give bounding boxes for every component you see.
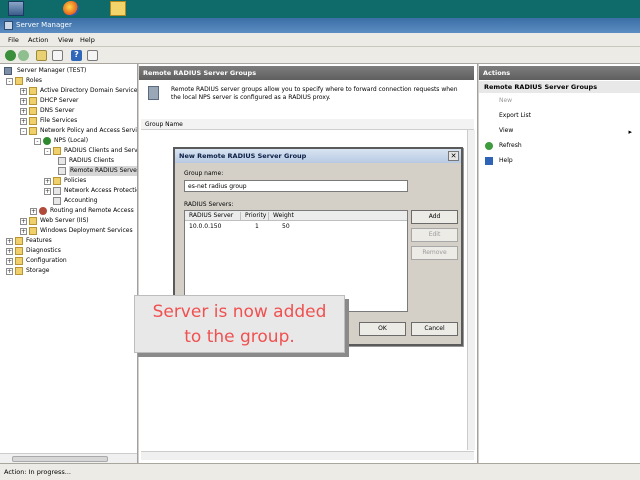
group-name-label: Group name:	[184, 170, 224, 177]
folder-icon	[29, 87, 37, 95]
server-address: 10.0.0.150	[189, 223, 222, 230]
expand-icon[interactable]: +	[20, 98, 27, 105]
menu-help[interactable]: Help	[80, 36, 95, 44]
folder-icon	[29, 217, 37, 225]
action-help[interactable]: Help	[499, 157, 513, 164]
add-button[interactable]: Add	[411, 210, 458, 224]
forward-arrow-icon[interactable]	[18, 50, 29, 61]
group-name-input[interactable]: es-net radius group	[184, 180, 408, 192]
column-radius-server[interactable]: RADIUS Server	[189, 212, 241, 220]
document-icon	[53, 187, 61, 195]
server-icon	[4, 67, 12, 75]
collapse-icon[interactable]: -	[20, 128, 27, 135]
callout-line-1: Server is now added	[152, 302, 327, 322]
center-vertical-scrollbar[interactable]	[467, 130, 475, 450]
document-icon	[58, 157, 66, 165]
expand-icon[interactable]: +	[6, 238, 13, 245]
back-arrow-icon[interactable]	[5, 50, 16, 61]
column-weight[interactable]: Weight	[273, 212, 403, 220]
properties-icon[interactable]	[52, 50, 63, 61]
folder-icon	[53, 147, 61, 155]
menu-file[interactable]: File	[8, 36, 19, 44]
toolbar: ?	[0, 47, 640, 64]
routing-icon	[39, 207, 47, 215]
center-description: Remote RADIUS server groups allow you to…	[171, 86, 458, 101]
folder-taskbar-icon[interactable]	[110, 1, 126, 16]
center-pane-title: Remote RADIUS Server Groups	[139, 66, 474, 80]
group-name-column-header[interactable]: Group Name	[141, 119, 474, 130]
tree-horizontal-scrollbar[interactable]	[0, 453, 137, 463]
expand-icon[interactable]: +	[6, 258, 13, 265]
firefox-taskbar-icon[interactable]	[63, 1, 79, 16]
menu-action[interactable]: Action	[28, 36, 48, 44]
expand-icon[interactable]: +	[44, 188, 51, 195]
status-bar: Action: In progress...	[0, 463, 640, 480]
expand-icon[interactable]: +	[6, 248, 13, 255]
remove-button[interactable]: Remove	[411, 246, 458, 260]
refresh-icon	[485, 142, 493, 150]
tutorial-callout: Server is now added to the group.	[134, 295, 345, 353]
close-icon[interactable]: ✕	[448, 151, 459, 161]
collapse-icon[interactable]: -	[6, 78, 13, 85]
dialog-title: New Remote RADIUS Server Group	[175, 149, 461, 163]
help-icon[interactable]: ?	[71, 50, 82, 61]
expand-icon[interactable]: +	[20, 218, 27, 225]
window-titlebar: Server Manager	[0, 18, 640, 33]
document-icon	[53, 197, 61, 205]
actions-pane: Actions Remote RADIUS Server Groups New …	[479, 64, 640, 463]
expand-icon[interactable]: +	[6, 268, 13, 275]
list-item[interactable]: 10.0.0.150 1 50	[185, 223, 407, 233]
menu-view[interactable]: View	[58, 36, 73, 44]
radius-servers-label: RADIUS Servers:	[184, 201, 234, 208]
ok-button[interactable]: OK	[359, 322, 406, 336]
cancel-button[interactable]: Cancel	[411, 322, 458, 336]
folder-icon	[29, 107, 37, 115]
actions-title: Actions	[479, 66, 640, 80]
folder-icon	[15, 237, 23, 245]
expand-icon[interactable]: +	[20, 228, 27, 235]
server-manager-icon	[4, 21, 13, 30]
folder-icon	[53, 177, 61, 185]
folder-icon	[15, 77, 23, 85]
folder-icon	[15, 257, 23, 265]
scroll-thumb[interactable]	[12, 456, 108, 462]
expand-icon[interactable]: +	[20, 118, 27, 125]
document-icon	[58, 167, 66, 175]
server-weight: 50	[282, 223, 290, 230]
console-tree: Server Manager (TEST) - Roles + Active D…	[0, 64, 138, 463]
edit-button[interactable]: Edit	[411, 228, 458, 242]
action-export-list[interactable]: Export List	[499, 112, 531, 119]
folder-icon	[29, 227, 37, 235]
taskbar	[0, 0, 640, 18]
server-group-icon	[148, 86, 159, 100]
collapse-icon[interactable]: -	[34, 138, 41, 145]
server-priority: 1	[255, 223, 259, 230]
expand-icon[interactable]: +	[44, 178, 51, 185]
show-hide-pane-icon[interactable]	[87, 50, 98, 61]
expand-icon[interactable]: +	[30, 208, 37, 215]
action-new[interactable]: New	[499, 97, 512, 104]
folder-icon	[29, 117, 37, 125]
menu-bar: File Action View Help	[0, 33, 640, 47]
list-header: RADIUS Server Priority Weight	[185, 211, 407, 221]
folder-icon	[15, 247, 23, 255]
action-refresh[interactable]: Refresh	[499, 142, 522, 149]
expand-icon[interactable]: +	[20, 88, 27, 95]
folder-icon	[29, 127, 37, 135]
callout-line-2: to the group.	[184, 327, 295, 347]
submenu-arrow-icon: ▸	[628, 128, 632, 136]
folder-icon	[15, 267, 23, 275]
help-icon	[485, 157, 493, 165]
action-view[interactable]: View	[499, 127, 513, 134]
collapse-icon[interactable]: -	[44, 148, 51, 155]
actions-section-title[interactable]: Remote RADIUS Server Groups	[479, 81, 640, 93]
folder-icon	[29, 97, 37, 105]
center-horizontal-scrollbar[interactable]	[141, 451, 474, 460]
server-manager-taskbar-icon[interactable]	[8, 1, 24, 16]
nps-globe-icon	[43, 137, 51, 145]
up-folder-icon[interactable]	[36, 50, 47, 61]
window-title: Server Manager	[16, 21, 72, 29]
column-priority[interactable]: Priority	[245, 212, 269, 220]
expand-icon[interactable]: +	[20, 108, 27, 115]
